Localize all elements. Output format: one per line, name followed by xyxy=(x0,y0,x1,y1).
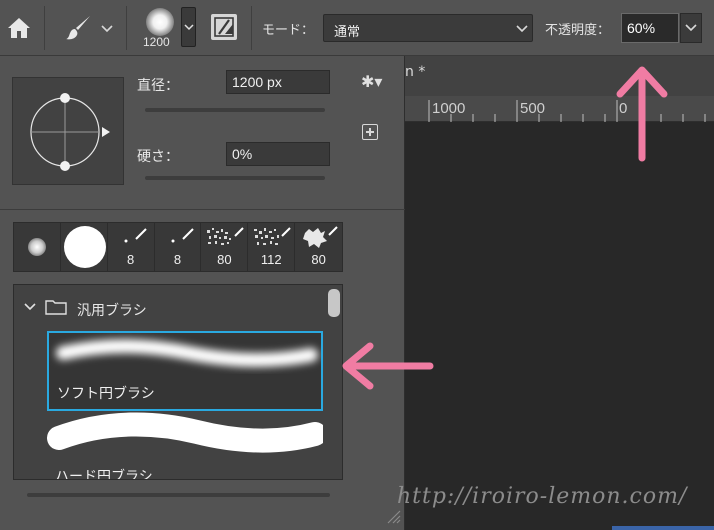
chevron-down-icon xyxy=(516,25,528,33)
chevron-down-icon xyxy=(685,24,697,32)
tool-preset-dropdown-icon[interactable] xyxy=(101,24,113,34)
ruler-label: 1000 xyxy=(432,100,466,117)
hardness-value: 0% xyxy=(232,146,253,162)
brush-preset-soft-round[interactable]: ソフト円ブラシ xyxy=(47,331,323,411)
recent-brushes: 8 8 80 112 80 xyxy=(13,222,343,272)
ruler-label: 500 xyxy=(520,100,546,117)
recent-brush[interactable]: 112 xyxy=(248,223,296,271)
panel-settings-gear-icon[interactable]: ✱▾ xyxy=(361,72,382,91)
soft-round-thumb-icon xyxy=(28,238,46,256)
brush-preset-panel: 直径： 1200 px 硬さ： 0% ✱▾ 8 8 80 112 80 汎用ブラ… xyxy=(0,56,405,530)
mode-label: モード： xyxy=(262,23,315,38)
recent-brush[interactable] xyxy=(61,223,108,271)
hardness-input[interactable]: 0% xyxy=(226,142,330,166)
brush-tool-mini-icon xyxy=(171,228,194,243)
splatter-brush-thumb-icon xyxy=(303,226,338,248)
brush-tool-mini-icon xyxy=(124,228,147,243)
brush-tip-preview[interactable] xyxy=(12,77,124,185)
preview-size-slider-track[interactable] xyxy=(27,493,330,497)
opacity-value: 60% xyxy=(627,20,656,36)
recent-brush[interactable]: 80 xyxy=(295,223,342,271)
hard-stroke-preview xyxy=(47,412,323,453)
recent-brush-size: 112 xyxy=(260,252,282,267)
hard-round-thumb-icon xyxy=(63,226,106,268)
brush-angle-roundness-icon[interactable] xyxy=(13,78,125,186)
brush-group-name: 汎用ブラシ xyxy=(77,303,147,319)
brush-picker-dropdown[interactable] xyxy=(181,7,196,47)
hardness-slider-track[interactable] xyxy=(145,176,325,180)
list-scrollbar[interactable] xyxy=(328,289,340,317)
opacity-dropdown[interactable] xyxy=(680,13,702,43)
watermark-text: http://iroiro-lemon.com/ xyxy=(397,484,688,509)
blend-mode-value: 通常 xyxy=(334,25,361,40)
brush-preview-icon[interactable] xyxy=(146,8,174,36)
resize-grip-icon[interactable] xyxy=(385,508,401,524)
panel-divider xyxy=(0,209,405,210)
size-label: 直径： xyxy=(137,78,179,94)
recent-brush-size: 8 xyxy=(127,252,135,267)
hardness-label: 硬さ： xyxy=(137,149,179,165)
spatter-brush-thumb-icon xyxy=(254,227,292,245)
size-value: 1200 px xyxy=(232,74,282,90)
recent-brush[interactable]: 80 xyxy=(201,223,249,271)
opacity-label: 不透明度： xyxy=(545,23,611,38)
recent-brush[interactable]: 8 xyxy=(155,223,202,271)
status-accent-bar xyxy=(612,526,714,530)
create-preset-icon[interactable] xyxy=(362,124,378,140)
recent-brush[interactable] xyxy=(14,223,61,271)
separator xyxy=(44,6,45,50)
annotation-arrow-up-icon xyxy=(616,66,668,162)
brush-preset-hard-round[interactable]: ハード円ブラシ xyxy=(47,412,323,480)
brush-tool-icon[interactable] xyxy=(64,14,94,42)
spatter-brush-thumb-icon xyxy=(207,227,245,245)
recent-brush-size: 8 xyxy=(173,252,182,267)
brush-panel-icon xyxy=(214,17,234,37)
folder-icon xyxy=(45,300,67,315)
size-input[interactable]: 1200 px xyxy=(226,70,330,94)
preset-name: ソフト円ブラシ xyxy=(57,386,155,402)
brush-settings-toggle[interactable] xyxy=(211,14,237,40)
chevron-down-icon[interactable] xyxy=(24,302,36,312)
recent-brush-size: 80 xyxy=(311,252,326,267)
chevron-down-icon xyxy=(184,24,194,31)
opacity-input[interactable]: 60% xyxy=(621,13,679,43)
home-icon[interactable] xyxy=(6,16,32,40)
recent-brush-size: 80 xyxy=(217,252,232,267)
document-tab[interactable]: n * xyxy=(405,64,425,80)
preset-name: ハード円ブラシ xyxy=(55,469,153,480)
canvas-area[interactable] xyxy=(405,122,714,530)
recent-brush[interactable]: 8 xyxy=(108,223,155,271)
separator xyxy=(251,6,252,50)
size-slider-track[interactable] xyxy=(145,108,325,112)
blend-mode-select[interactable]: 通常 xyxy=(323,14,533,42)
options-bar: 1200 モード： 通常 不透明度： 60% xyxy=(0,0,714,56)
brush-preset-list: 汎用ブラシ ソフト円ブラシ ハード円ブラシ xyxy=(13,284,343,480)
brush-size-label: 1200 xyxy=(143,35,170,49)
soft-stroke-preview xyxy=(56,339,318,368)
annotation-arrow-left-icon xyxy=(342,342,434,390)
brush-group-general[interactable]: 汎用ブラシ xyxy=(14,285,332,319)
separator xyxy=(126,6,127,50)
